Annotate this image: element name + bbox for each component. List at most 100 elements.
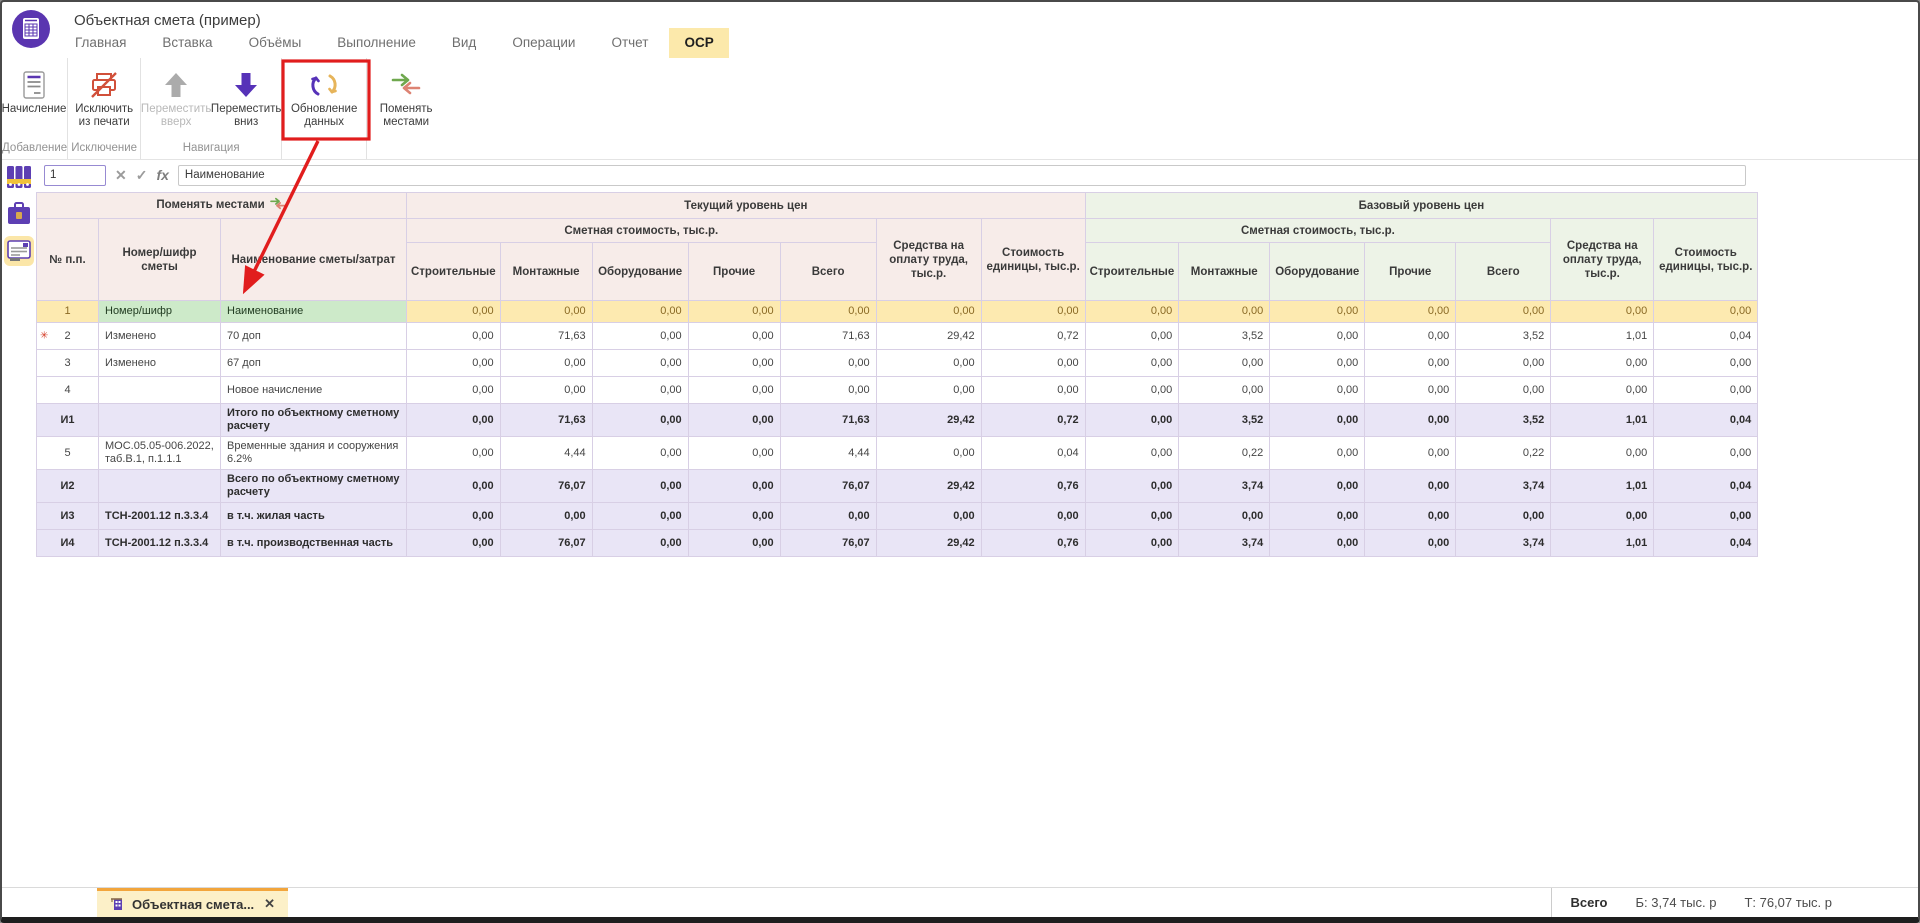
row-number-cell[interactable]: И2 <box>37 470 99 503</box>
current-value-cell[interactable]: 0,00 <box>981 503 1085 530</box>
current-value-cell[interactable]: 29,42 <box>876 470 981 503</box>
current-value-cell[interactable]: 0,00 <box>407 350 501 377</box>
current-value-cell[interactable]: 0,00 <box>688 503 780 530</box>
base-value-cell[interactable]: 0,04 <box>1654 530 1758 557</box>
current-value-cell[interactable]: 0,00 <box>592 404 688 437</box>
current-value-cell[interactable]: 0,00 <box>500 503 592 530</box>
tab-glavnaya[interactable]: Главная <box>60 28 141 58</box>
base-value-cell[interactable]: 0,00 <box>1365 350 1456 377</box>
base-value-cell[interactable]: 0,00 <box>1654 437 1758 470</box>
current-value-cell[interactable]: 4,44 <box>780 437 876 470</box>
base-value-cell[interactable]: 0,00 <box>1270 470 1365 503</box>
current-value-cell[interactable]: 0,00 <box>688 323 780 350</box>
base-value-cell[interactable]: 0,00 <box>1365 323 1456 350</box>
row-number-cell[interactable]: 1 <box>37 301 99 323</box>
expression-input[interactable] <box>178 165 1746 186</box>
current-value-cell[interactable]: 0,00 <box>780 301 876 323</box>
base-value-cell[interactable]: 3,74 <box>1456 470 1551 503</box>
row-number-cell[interactable]: И1 <box>37 404 99 437</box>
current-value-cell[interactable]: 29,42 <box>876 530 981 557</box>
current-value-cell[interactable]: 76,07 <box>780 470 876 503</box>
base-value-cell[interactable]: 0,00 <box>1654 377 1758 404</box>
estimate-code-cell[interactable] <box>99 470 221 503</box>
estimate-code-cell[interactable]: Изменено <box>99 350 221 377</box>
current-value-cell[interactable]: 0,00 <box>688 301 780 323</box>
current-value-cell[interactable]: 76,07 <box>500 470 592 503</box>
base-value-cell[interactable]: 0,00 <box>1270 301 1365 323</box>
estimate-code-cell[interactable]: МОС.05.05-006.2022, таб.В.1, п.1.1.1 <box>99 437 221 470</box>
move-up-button[interactable]: Переместить вверх <box>141 58 211 140</box>
base-value-cell[interactable]: 0,00 <box>1654 301 1758 323</box>
current-value-cell[interactable]: 0,00 <box>780 350 876 377</box>
base-value-cell[interactable]: 0,00 <box>1365 470 1456 503</box>
base-value-cell[interactable]: 0,00 <box>1270 404 1365 437</box>
base-value-cell[interactable]: 0,00 <box>1365 377 1456 404</box>
base-value-cell[interactable]: 0,00 <box>1085 350 1179 377</box>
current-value-cell[interactable]: 0,00 <box>688 404 780 437</box>
base-value-cell[interactable]: 0,00 <box>1551 301 1654 323</box>
row-number-cell[interactable]: ✳2 <box>37 323 99 350</box>
base-value-cell[interactable]: 0,00 <box>1365 437 1456 470</box>
current-value-cell[interactable]: 0,72 <box>981 404 1085 437</box>
estimate-code-cell[interactable] <box>99 377 221 404</box>
current-value-cell[interactable]: 0,00 <box>981 350 1085 377</box>
refresh-data-button[interactable]: Обновление данных <box>282 58 366 152</box>
base-value-cell[interactable]: 0,22 <box>1179 437 1270 470</box>
base-value-cell[interactable]: 0,00 <box>1456 301 1551 323</box>
current-value-cell[interactable]: 0,00 <box>500 301 592 323</box>
base-value-cell[interactable]: 0,00 <box>1085 530 1179 557</box>
close-icon[interactable]: ✕ <box>264 896 275 912</box>
base-value-cell[interactable]: 0,00 <box>1270 350 1365 377</box>
estimate-name-cell[interactable]: в т.ч. производственная часть <box>221 530 407 557</box>
base-value-cell[interactable]: 0,00 <box>1270 530 1365 557</box>
base-value-cell[interactable]: 3,74 <box>1179 530 1270 557</box>
tab-osr[interactable]: ОСР <box>669 28 728 58</box>
base-value-cell[interactable]: 3,52 <box>1179 323 1270 350</box>
current-value-cell[interactable]: 0,00 <box>592 323 688 350</box>
base-value-cell[interactable]: 3,52 <box>1456 404 1551 437</box>
row-number-input[interactable] <box>44 165 106 186</box>
current-value-cell[interactable]: 71,63 <box>780 404 876 437</box>
base-value-cell[interactable]: 0,00 <box>1085 301 1179 323</box>
current-value-cell[interactable]: 0,00 <box>407 503 501 530</box>
row-number-cell[interactable]: И3 <box>37 503 99 530</box>
current-value-cell[interactable]: 29,42 <box>876 323 981 350</box>
base-value-cell[interactable]: 3,52 <box>1456 323 1551 350</box>
base-value-cell[interactable]: 1,01 <box>1551 404 1654 437</box>
base-value-cell[interactable]: 0,00 <box>1179 350 1270 377</box>
current-value-cell[interactable]: 0,00 <box>500 377 592 404</box>
current-value-cell[interactable]: 0,76 <box>981 530 1085 557</box>
base-value-cell[interactable]: 0,00 <box>1365 404 1456 437</box>
current-value-cell[interactable]: 0,00 <box>592 503 688 530</box>
base-value-cell[interactable]: 3,74 <box>1456 530 1551 557</box>
current-value-cell[interactable]: 0,76 <box>981 470 1085 503</box>
current-value-cell[interactable]: 0,00 <box>592 530 688 557</box>
current-value-cell[interactable]: 0,72 <box>981 323 1085 350</box>
current-value-cell[interactable]: 0,00 <box>407 377 501 404</box>
current-value-cell[interactable]: 0,00 <box>407 301 501 323</box>
base-value-cell[interactable]: 0,00 <box>1085 404 1179 437</box>
current-value-cell[interactable]: 0,00 <box>407 530 501 557</box>
tab-obyomy[interactable]: Объёмы <box>234 28 317 58</box>
base-value-cell[interactable]: 0,00 <box>1551 503 1654 530</box>
base-value-cell[interactable]: 0,00 <box>1456 350 1551 377</box>
row-number-cell[interactable]: 5 <box>37 437 99 470</box>
base-value-cell[interactable]: 0,00 <box>1085 323 1179 350</box>
current-value-cell[interactable]: 0,00 <box>688 470 780 503</box>
base-value-cell[interactable]: 0,00 <box>1654 350 1758 377</box>
base-value-cell[interactable]: 0,04 <box>1654 323 1758 350</box>
current-value-cell[interactable]: 0,00 <box>592 350 688 377</box>
current-value-cell[interactable]: 0,00 <box>407 470 501 503</box>
current-value-cell[interactable]: 0,00 <box>688 530 780 557</box>
current-value-cell[interactable]: 29,42 <box>876 404 981 437</box>
estimate-code-cell[interactable]: ТСН-2001.12 п.3.3.4 <box>99 530 221 557</box>
current-value-cell[interactable]: 0,00 <box>407 404 501 437</box>
base-value-cell[interactable]: 0,00 <box>1551 437 1654 470</box>
current-value-cell[interactable]: 0,00 <box>407 437 501 470</box>
current-value-cell[interactable]: 0,00 <box>592 377 688 404</box>
row-number-cell[interactable]: И4 <box>37 530 99 557</box>
base-value-cell[interactable]: 0,00 <box>1179 377 1270 404</box>
estimate-code-cell[interactable]: ТСН-2001.12 п.3.3.4 <box>99 503 221 530</box>
estimate-name-cell[interactable]: Наименование <box>221 301 407 323</box>
current-value-cell[interactable]: 0,00 <box>981 377 1085 404</box>
